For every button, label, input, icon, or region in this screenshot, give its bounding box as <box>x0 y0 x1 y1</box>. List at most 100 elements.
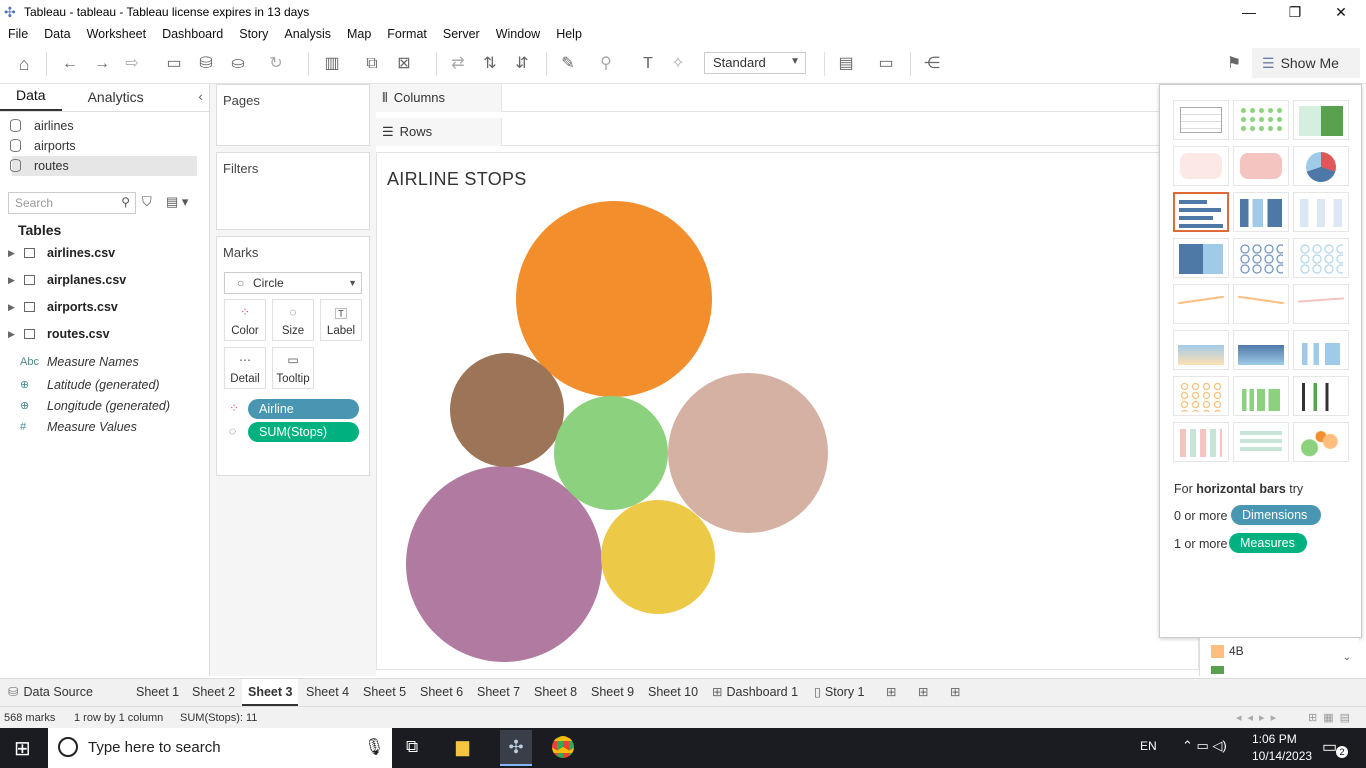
clock-time[interactable]: 1:06 PM <box>1252 732 1297 746</box>
sheet-tab[interactable]: Sheet 1 <box>130 679 185 706</box>
clock-date[interactable]: 10/14/2023 <box>1252 749 1312 763</box>
bubble-mark[interactable] <box>554 396 668 510</box>
chart-type-dual-combination[interactable] <box>1293 330 1349 370</box>
chart-type-dual-lines[interactable] <box>1293 284 1349 324</box>
collapse-pane-icon[interactable]: ‹ <box>198 88 203 104</box>
presentation-icon[interactable]: ▭ <box>874 52 898 76</box>
microphone-icon[interactable]: 🎙 <box>364 737 384 757</box>
table-airlines[interactable]: ▶ airlines.csv <box>0 242 200 264</box>
scroll-down-icon[interactable]: ⌄ <box>1343 652 1351 663</box>
redo-icon[interactable]: → <box>90 52 114 76</box>
chart-type-histogram[interactable] <box>1233 376 1289 416</box>
tab-analytics[interactable]: Analytics <box>72 83 160 111</box>
search-input[interactable]: Search ⚲ <box>8 192 136 214</box>
duplicate-sheet-icon[interactable]: ⧉ <box>360 52 384 76</box>
menu-help[interactable]: Help <box>556 27 582 41</box>
show-labels-icon[interactable]: T <box>636 52 660 76</box>
refresh-icon[interactable]: ↻ <box>264 52 288 76</box>
group-icon[interactable]: ⚲ <box>594 52 618 76</box>
datasource-routes[interactable]: routes <box>10 156 197 176</box>
sheet-tab[interactable]: Sheet 9 <box>585 679 640 706</box>
dashboard-tab[interactable]: ⊞ Dashboard 1 <box>712 679 798 706</box>
chart-type-area-discrete[interactable] <box>1233 330 1289 370</box>
close-button[interactable]: ✕ <box>1318 0 1364 24</box>
share-icon[interactable]: ⋲ <box>920 52 944 76</box>
tooltip-button[interactable]: ▭ Tooltip <box>272 347 314 389</box>
columns-shelf[interactable]: ⦀ Columns <box>376 84 1166 112</box>
sort-ascending-icon[interactable]: ⇅ <box>478 52 502 76</box>
field-measure-names[interactable]: Abc Measure Names <box>0 352 205 372</box>
label-button[interactable]: 🅃 Label <box>320 299 362 341</box>
chart-type-symbol-map[interactable] <box>1173 146 1229 186</box>
new-worksheet-icon[interactable]: ⊞ <box>886 679 896 706</box>
rows-shelf[interactable]: ☰ Rows <box>376 118 1166 146</box>
data-source-tab[interactable]: ⛁ Data Source <box>8 679 93 706</box>
stops-pill[interactable]: SUM(Stops) <box>248 422 359 442</box>
chart-type-horizontal-bars[interactable] <box>1173 192 1229 232</box>
sheet-tab[interactable]: Sheet 4 <box>300 679 355 706</box>
pin-icon[interactable]: ✧ <box>666 52 690 76</box>
menu-story[interactable]: Story <box>239 27 268 41</box>
field-latitude[interactable]: ⊕ Latitude (generated) <box>0 375 205 395</box>
sheet-tab[interactable]: Sheet 8 <box>528 679 583 706</box>
menu-dashboard[interactable]: Dashboard <box>162 27 223 41</box>
new-datasource-icon[interactable]: ⛁ <box>194 52 218 76</box>
mark-type-dropdown[interactable]: ○ Circle ▼ <box>224 272 362 294</box>
chart-type-lines-continuous[interactable] <box>1173 284 1229 324</box>
home-icon[interactable]: ⌂ <box>12 52 36 76</box>
filters-card[interactable]: Filters <box>216 152 370 230</box>
filter-icon[interactable]: ⛉ <box>142 194 152 210</box>
minimize-button[interactable]: — <box>1226 0 1272 24</box>
swap-icon[interactable]: ⇄ <box>446 52 470 76</box>
bubble-mark[interactable] <box>668 373 828 533</box>
table-airplanes[interactable]: ▶ airplanes.csv <box>0 269 200 291</box>
bubble-mark[interactable] <box>516 201 712 397</box>
chart-type-side-by-side-circles[interactable] <box>1293 238 1349 278</box>
chart-type-box-and-whisker[interactable] <box>1293 376 1349 416</box>
chart-type-stacked-bars[interactable] <box>1233 192 1289 232</box>
notification-icon[interactable]: ▭ <box>1322 737 1337 757</box>
replay-icon[interactable]: ⇨ <box>120 52 144 76</box>
sheet-nav-icons[interactable]: ◂◂▸▸ <box>1236 707 1282 729</box>
field-measure-values[interactable]: # Measure Values <box>0 417 205 437</box>
bubble-mark[interactable] <box>601 500 715 614</box>
color-button[interactable]: ⁘ Color <box>224 299 266 341</box>
airline-pill[interactable]: Airline <box>248 399 359 419</box>
windows-start-icon[interactable]: ⊞ <box>14 736 31 761</box>
menu-data[interactable]: Data <box>44 27 70 41</box>
chart-type-highlight-table[interactable] <box>1293 100 1349 140</box>
view-options-icon[interactable]: ▤ ▾ <box>166 194 188 210</box>
sheet-tab[interactable]: Sheet 3 <box>242 679 299 706</box>
table-routes[interactable]: ▶ routes.csv <box>0 323 200 345</box>
sheet-tab[interactable]: Sheet 7 <box>471 679 526 706</box>
chart-type-pie-chart[interactable] <box>1293 146 1349 186</box>
sheet-tab[interactable]: Sheet 2 <box>186 679 241 706</box>
chart-type-treemap[interactable] <box>1173 238 1229 278</box>
format-painter-icon[interactable]: ⚑ <box>1222 52 1246 76</box>
chrome-icon[interactable] <box>552 736 574 758</box>
view-mode-icons[interactable]: ⊞▦▤ <box>1308 707 1356 729</box>
file-explorer-icon[interactable]: ▆ <box>456 737 469 757</box>
highlight-icon[interactable]: ✎ <box>556 52 580 76</box>
menu-server[interactable]: Server <box>443 27 480 41</box>
tableau-taskbar-icon[interactable]: ✣ <box>500 730 532 766</box>
taskbar-search-input[interactable]: Type here to search 🎙 <box>48 728 392 768</box>
menu-worksheet[interactable]: Worksheet <box>87 27 147 41</box>
chart-type-gantt-chart[interactable] <box>1173 422 1229 462</box>
sort-descending-icon[interactable]: ⇵ <box>510 52 534 76</box>
chart-type-area-continuous[interactable] <box>1173 330 1229 370</box>
chart-type-scatter-plot[interactable] <box>1173 376 1229 416</box>
sheet-tab[interactable]: Sheet 6 <box>414 679 469 706</box>
menu-file[interactable]: File <box>8 27 28 41</box>
clear-sheet-icon[interactable]: ⊠ <box>392 52 416 76</box>
table-airports[interactable]: ▶ airports.csv <box>0 296 200 318</box>
chart-type-circle-views[interactable] <box>1233 238 1289 278</box>
chart-type-text-table[interactable] <box>1173 100 1229 140</box>
show-me-button[interactable]: ☰ Show Me <box>1252 48 1360 78</box>
system-tray-icons[interactable]: ⌃ ▭ ◁) <box>1182 738 1227 754</box>
menu-format[interactable]: Format <box>387 27 427 41</box>
undo-icon[interactable]: ← <box>58 52 82 76</box>
menu-analysis[interactable]: Analysis <box>284 27 331 41</box>
chart-type-filled-map[interactable] <box>1233 146 1289 186</box>
chart-type-heat-map[interactable] <box>1233 100 1289 140</box>
